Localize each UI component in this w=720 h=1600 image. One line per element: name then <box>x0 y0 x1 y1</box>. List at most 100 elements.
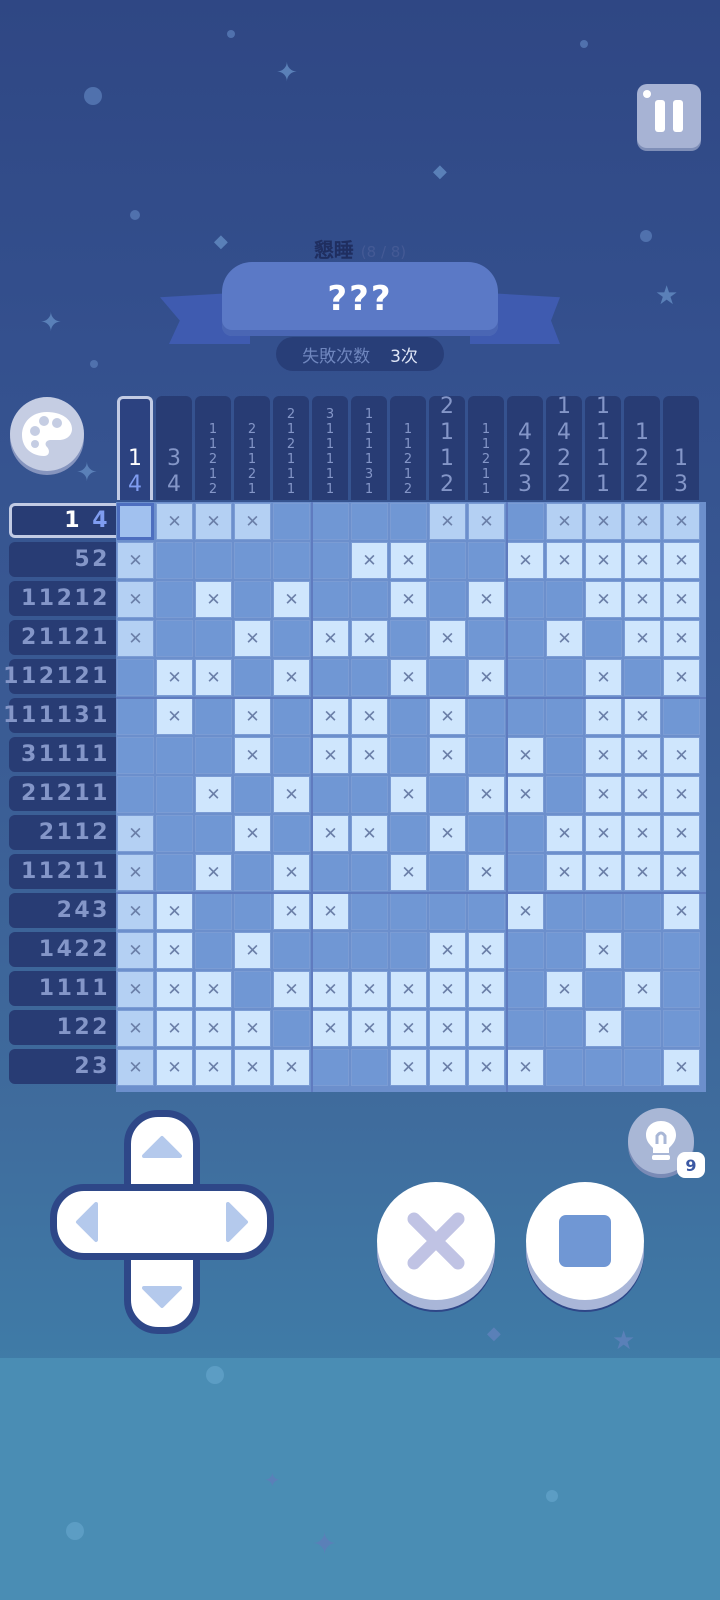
grid-cell[interactable] <box>312 542 349 579</box>
grid-cell[interactable]: ✕ <box>585 542 622 579</box>
grid-cell[interactable] <box>312 659 349 696</box>
grid-cell[interactable]: ✕ <box>273 971 310 1008</box>
grid-cell[interactable] <box>546 659 583 696</box>
grid-cell[interactable] <box>468 698 505 735</box>
grid-cell[interactable]: ✕ <box>507 737 544 774</box>
grid-cell[interactable]: ✕ <box>390 542 427 579</box>
grid-cell[interactable]: ✕ <box>156 659 193 696</box>
grid-cell[interactable] <box>234 542 271 579</box>
grid-cell[interactable] <box>117 659 154 696</box>
grid-cell[interactable] <box>585 620 622 657</box>
grid-cell[interactable]: ✕ <box>624 503 661 540</box>
grid-cell[interactable]: ✕ <box>468 854 505 891</box>
grid-cell[interactable]: ✕ <box>585 659 622 696</box>
grid-cell[interactable]: ✕ <box>351 1010 388 1047</box>
grid-cell[interactable]: ✕ <box>156 1049 193 1086</box>
grid-cell[interactable]: ✕ <box>585 854 622 891</box>
grid-cell[interactable] <box>117 503 154 540</box>
grid-cell[interactable] <box>546 698 583 735</box>
grid-cell[interactable] <box>468 620 505 657</box>
grid-cell[interactable]: ✕ <box>663 503 700 540</box>
grid-cell[interactable] <box>351 854 388 891</box>
grid-cell[interactable] <box>429 542 466 579</box>
grid-cell[interactable]: ✕ <box>468 776 505 813</box>
grid-cell[interactable] <box>624 1010 661 1047</box>
grid-cell[interactable]: ✕ <box>429 1010 466 1047</box>
grid-cell[interactable]: ✕ <box>312 737 349 774</box>
grid-cell[interactable]: ✕ <box>468 1049 505 1086</box>
grid-cell[interactable]: ✕ <box>312 893 349 930</box>
grid-cell[interactable]: ✕ <box>117 854 154 891</box>
grid-cell[interactable]: ✕ <box>624 854 661 891</box>
grid-cell[interactable] <box>468 737 505 774</box>
grid-cell[interactable] <box>507 971 544 1008</box>
grid-cell[interactable]: ✕ <box>390 1049 427 1086</box>
grid-cell[interactable] <box>390 503 427 540</box>
grid-cell[interactable]: ✕ <box>117 815 154 852</box>
grid-cell[interactable]: ✕ <box>507 776 544 813</box>
grid-cell[interactable] <box>663 1010 700 1047</box>
grid-cell[interactable] <box>390 737 427 774</box>
puzzle-grid[interactable]: ✕ ✕ ✕ ✕ ✕ ✕ ✕ ✕ ✕ ✕ ✕ ✕ ✕ ✕ ✕ ✕ ✕ ✕ ✕ ✕ ✕ ✕ ✕ ✕ ✕ ✕ ✕ ✕ ✕ ✕ ✕ ✕ ✕ ✕ ✕ ✕ ✕ ✕ ✕ ✕… <box>116 502 706 1092</box>
grid-cell[interactable]: ✕ <box>195 854 232 891</box>
grid-cell[interactable] <box>234 854 271 891</box>
grid-cell[interactable] <box>273 815 310 852</box>
grid-cell[interactable]: ✕ <box>234 932 271 969</box>
grid-cell[interactable]: ✕ <box>663 815 700 852</box>
grid-cell[interactable]: ✕ <box>390 971 427 1008</box>
grid-cell[interactable] <box>624 659 661 696</box>
grid-cell[interactable] <box>351 503 388 540</box>
grid-cell[interactable]: ✕ <box>429 1049 466 1086</box>
grid-cell[interactable] <box>624 932 661 969</box>
grid-cell[interactable] <box>429 581 466 618</box>
grid-cell[interactable] <box>351 659 388 696</box>
grid-cell[interactable]: ✕ <box>663 542 700 579</box>
grid-cell[interactable]: ✕ <box>351 542 388 579</box>
grid-cell[interactable]: ✕ <box>663 854 700 891</box>
grid-cell[interactable] <box>312 854 349 891</box>
grid-cell[interactable]: ✕ <box>624 542 661 579</box>
grid-cell[interactable] <box>312 1049 349 1086</box>
grid-cell[interactable] <box>507 815 544 852</box>
grid-cell[interactable]: ✕ <box>585 1010 622 1047</box>
grid-cell[interactable]: ✕ <box>663 893 700 930</box>
grid-cell[interactable] <box>585 893 622 930</box>
grid-cell[interactable]: ✕ <box>546 620 583 657</box>
grid-cell[interactable]: ✕ <box>624 698 661 735</box>
grid-cell[interactable] <box>546 776 583 813</box>
grid-cell[interactable]: ✕ <box>156 698 193 735</box>
grid-cell[interactable] <box>234 581 271 618</box>
grid-cell[interactable] <box>117 737 154 774</box>
grid-cell[interactable]: ✕ <box>234 698 271 735</box>
grid-cell[interactable] <box>546 737 583 774</box>
grid-cell[interactable]: ✕ <box>585 932 622 969</box>
grid-cell[interactable]: ✕ <box>429 620 466 657</box>
grid-cell[interactable] <box>507 1010 544 1047</box>
grid-cell[interactable]: ✕ <box>156 1010 193 1047</box>
grid-cell[interactable] <box>390 620 427 657</box>
grid-cell[interactable] <box>273 698 310 735</box>
grid-cell[interactable]: ✕ <box>624 581 661 618</box>
grid-cell[interactable] <box>507 932 544 969</box>
grid-cell[interactable]: ✕ <box>663 581 700 618</box>
grid-cell[interactable] <box>273 932 310 969</box>
grid-cell[interactable] <box>156 815 193 852</box>
grid-cell[interactable] <box>312 581 349 618</box>
grid-cell[interactable] <box>273 737 310 774</box>
grid-cell[interactable]: ✕ <box>390 581 427 618</box>
grid-cell[interactable]: ✕ <box>117 1049 154 1086</box>
grid-cell[interactable]: ✕ <box>429 503 466 540</box>
grid-cell[interactable] <box>273 503 310 540</box>
grid-cell[interactable] <box>195 737 232 774</box>
grid-cell[interactable]: ✕ <box>546 971 583 1008</box>
grid-cell[interactable]: ✕ <box>429 737 466 774</box>
grid-cell[interactable]: ✕ <box>312 620 349 657</box>
grid-cell[interactable]: ✕ <box>585 815 622 852</box>
grid-cell[interactable]: ✕ <box>312 698 349 735</box>
grid-cell[interactable]: ✕ <box>429 971 466 1008</box>
grid-cell[interactable]: ✕ <box>585 503 622 540</box>
cross-mode-button[interactable] <box>377 1182 495 1300</box>
grid-cell[interactable]: ✕ <box>195 971 232 1008</box>
grid-cell[interactable] <box>624 1049 661 1086</box>
grid-cell[interactable]: ✕ <box>234 620 271 657</box>
